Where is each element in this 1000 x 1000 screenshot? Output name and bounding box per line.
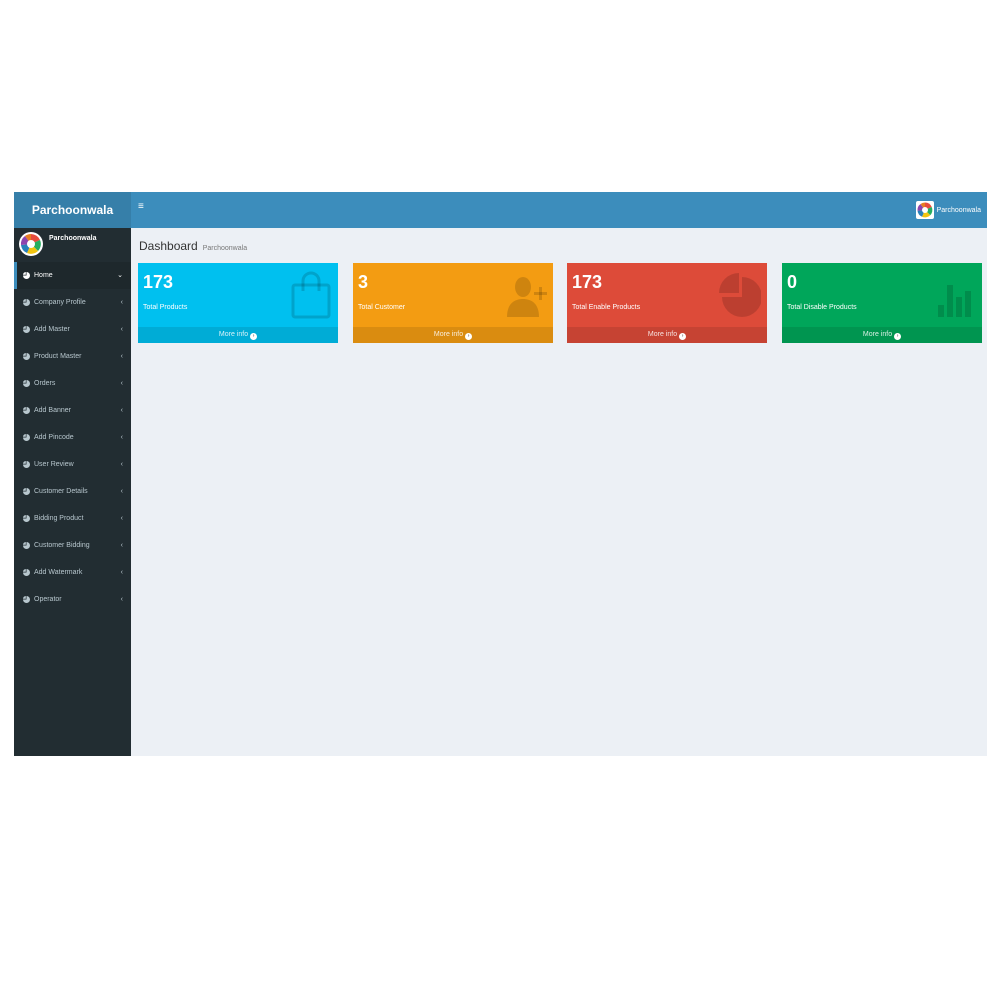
stat-value: 173 — [143, 272, 174, 292]
avatar — [19, 232, 43, 256]
stat-box-total-products: 173 Total Products More info › — [138, 263, 338, 343]
arrow-circle-right-icon: › — [679, 333, 687, 340]
sidebar-item-label: Operator — [34, 596, 62, 603]
more-info-link[interactable]: More info › — [138, 327, 338, 343]
more-info-label: More info — [647, 331, 678, 338]
sidebar-item-label: Add Pincode — [34, 434, 74, 441]
shopping-bag-icon — [291, 271, 331, 319]
sidebar-item-operator[interactable]: Operator ‹ — [14, 586, 131, 613]
dashboard-icon — [23, 353, 30, 360]
sidebar-item-add-banner[interactable]: Add Banner ‹ — [14, 397, 131, 424]
stat-label: Total Enable Products — [572, 304, 641, 311]
top-navbar: ≡ Parchoonwala — [131, 192, 987, 228]
more-info-label: More info — [433, 331, 464, 338]
stat-value: 3 — [358, 272, 369, 292]
user-menu[interactable]: Parchoonwala — [915, 201, 981, 219]
sidebar-item-label: Customer Bidding — [34, 542, 90, 549]
admin-app: Parchoonwala Parchoonwala Home ⌄ Company… — [14, 192, 987, 756]
sidebar-item-orders[interactable]: Orders ‹ — [14, 370, 131, 397]
stat-label: Total Disable Products — [787, 304, 857, 311]
chevron-left-icon: ‹ — [120, 542, 123, 549]
arrow-circle-right-icon: › — [465, 333, 473, 340]
chevron-left-icon: ‹ — [120, 569, 123, 576]
more-info-label: More info — [218, 331, 249, 338]
page-subtitle: Parchoonwala — [202, 245, 248, 252]
user-panel: Parchoonwala — [14, 228, 131, 262]
user-add-icon — [507, 277, 547, 317]
arrow-circle-right-icon: › — [250, 333, 258, 340]
sidebar-item-product-master[interactable]: Product Master ‹ — [14, 343, 131, 370]
dashboard-icon — [23, 407, 30, 414]
stat-value: 0 — [787, 272, 798, 292]
sidebar-item-add-master[interactable]: Add Master ‹ — [14, 316, 131, 343]
dashboard-icon — [23, 380, 30, 387]
chevron-left-icon: ‹ — [120, 353, 123, 360]
logo-wheel-icon — [20, 233, 42, 255]
dashboard-icon — [23, 434, 30, 441]
more-info-link[interactable]: More info › — [782, 327, 982, 343]
sidebar-item-home[interactable]: Home ⌄ — [14, 262, 131, 289]
sidebar-item-label: Add Banner — [34, 407, 71, 414]
stat-box-total-disable-products: 0 Total Disable Products More info › — [782, 263, 982, 343]
stat-value: 173 — [572, 272, 603, 292]
chevron-left-icon: ‹ — [120, 515, 123, 522]
page-header: Dashboard Parchoonwala — [139, 239, 247, 253]
sidebar-item-user-review[interactable]: User Review ‹ — [14, 451, 131, 478]
stat-box-total-enable-products: 173 Total Enable Products More info › — [567, 263, 767, 343]
sidebar-item-label: Bidding Product — [34, 515, 84, 522]
sidebar-item-label: Add Master — [34, 326, 70, 333]
arrow-circle-right-icon: › — [894, 333, 902, 340]
sidebar-item-label: Company Profile — [34, 299, 86, 306]
sidebar-item-label: User Review — [34, 461, 74, 468]
sidebar-item-label: Customer Details — [34, 488, 88, 495]
logo-wheel-icon — [916, 201, 933, 219]
brand-logo-text[interactable]: Parchoonwala — [14, 192, 131, 228]
sidebar-user-name: Parchoonwala — [49, 235, 97, 242]
dashboard-icon — [23, 569, 30, 576]
sidebar-item-add-pincode[interactable]: Add Pincode ‹ — [14, 424, 131, 451]
pie-chart-icon — [719, 273, 761, 317]
chevron-left-icon: ‹ — [120, 434, 123, 441]
avatar — [915, 201, 934, 219]
stat-box-total-customer: 3 Total Customer More info › — [353, 263, 553, 343]
more-info-label: More info — [862, 331, 893, 338]
chevron-down-icon: ⌄ — [117, 272, 123, 279]
bar-chart-icon — [938, 285, 971, 317]
stat-label: Total Customer — [358, 304, 406, 311]
sidebar-menu: Home ⌄ Company Profile ‹ Add Master ‹ Pr… — [14, 262, 131, 613]
sidebar-item-company-profile[interactable]: Company Profile ‹ — [14, 289, 131, 316]
chevron-left-icon: ‹ — [120, 488, 123, 495]
sidebar: Parchoonwala Parchoonwala Home ⌄ Company… — [14, 192, 131, 756]
sidebar-item-label: Home — [34, 272, 53, 279]
chevron-left-icon: ‹ — [120, 380, 123, 387]
dashboard-icon — [23, 326, 30, 333]
sidebar-item-label: Product Master — [34, 353, 82, 360]
menu-toggle-icon[interactable]: ≡ — [138, 201, 144, 212]
dashboard-icon — [23, 515, 30, 522]
sidebar-item-customer-details[interactable]: Customer Details ‹ — [14, 478, 131, 505]
dashboard-icon — [23, 272, 30, 279]
chevron-left-icon: ‹ — [120, 326, 123, 333]
chevron-left-icon: ‹ — [120, 407, 123, 414]
chevron-left-icon: ‹ — [120, 299, 123, 306]
sidebar-item-customer-bidding[interactable]: Customer Bidding ‹ — [14, 532, 131, 559]
stat-label: Total Products — [143, 304, 188, 311]
sidebar-item-add-watermark[interactable]: Add Watermark ‹ — [14, 559, 131, 586]
dashboard-icon — [23, 488, 30, 495]
dashboard-icon — [23, 299, 30, 306]
main-content: Dashboard Parchoonwala 173 Total Product… — [131, 228, 987, 756]
sidebar-item-bidding-product[interactable]: Bidding Product ‹ — [14, 505, 131, 532]
dashboard-icon — [23, 461, 30, 468]
dashboard-icon — [23, 542, 30, 549]
chevron-left-icon: ‹ — [120, 461, 123, 468]
sidebar-item-label: Orders — [34, 380, 56, 387]
more-info-link[interactable]: More info › — [353, 327, 553, 343]
more-info-link[interactable]: More info › — [567, 327, 767, 343]
sidebar-item-label: Add Watermark — [34, 569, 83, 576]
page-title: Dashboard — [139, 239, 198, 253]
header-user-name: Parchoonwala — [936, 206, 981, 214]
chevron-left-icon: ‹ — [120, 596, 123, 603]
dashboard-icon — [23, 596, 30, 603]
